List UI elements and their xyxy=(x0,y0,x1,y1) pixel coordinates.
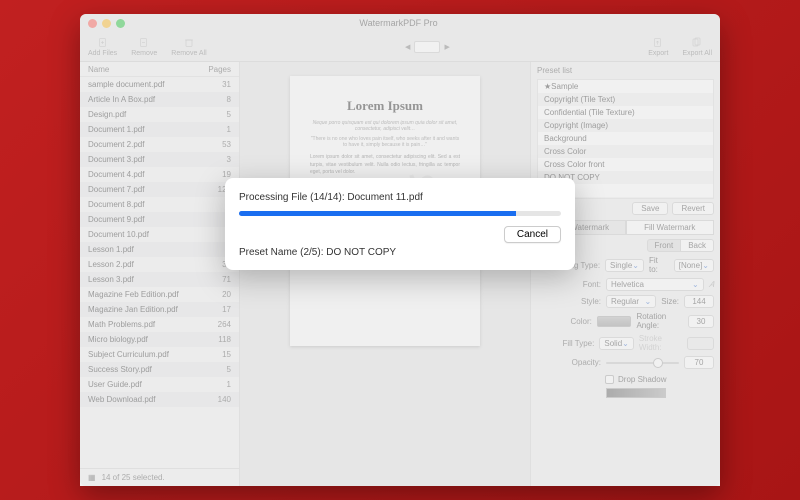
file-list[interactable]: sample document.pdf31Article In A Box.pd… xyxy=(80,77,239,468)
file-row[interactable]: Lesson 1.pdf xyxy=(80,242,239,257)
export-all-button[interactable]: Export All xyxy=(682,37,712,57)
toolbar: Add Files Remove Remove All ◀ ▶ Export E… xyxy=(80,32,720,62)
fill-type-select[interactable]: Solid⌄ xyxy=(599,337,634,350)
trash-icon xyxy=(182,37,196,49)
file-row[interactable]: Micro biology.pdf118 xyxy=(80,332,239,347)
file-row[interactable]: Magazine Feb Edition.pdf20 xyxy=(80,287,239,302)
preset-item[interactable]: Copyright (Tile Text) xyxy=(538,93,713,106)
file-sidebar: Name Pages sample document.pdf31Article … xyxy=(80,62,240,486)
window-title: WatermarkPDF Pro xyxy=(125,18,672,28)
file-row[interactable]: Lesson 3.pdf71 xyxy=(80,272,239,287)
plus-doc-icon xyxy=(96,37,110,49)
save-button[interactable]: Save xyxy=(632,202,668,215)
export-all-icon xyxy=(690,37,704,49)
chevron-right-icon[interactable]: ▶ xyxy=(444,43,449,51)
selection-count: 14 of 25 selected. xyxy=(102,473,165,482)
file-row[interactable]: Document 3.pdf3 xyxy=(80,152,239,167)
preset-list-label: Preset list xyxy=(537,66,714,75)
settings-panel: Preset list ★SampleCopyright (Tile Text)… xyxy=(530,62,720,486)
preset-item[interactable]: Cross Color front xyxy=(538,158,713,171)
file-row[interactable]: Design.pdf5 xyxy=(80,107,239,122)
file-row[interactable]: Document 10.pdf xyxy=(80,227,239,242)
grid-icon: ▦ xyxy=(88,473,96,482)
progress-dialog: Processing File (14/14): Document 11.pdf… xyxy=(225,178,575,270)
preview-canvas: Lorem Ipsum Neque porro quisquam est qui… xyxy=(240,62,530,486)
drop-shadow-label: Drop Shadow xyxy=(618,375,666,384)
font-select[interactable]: Helvetica⌄ xyxy=(606,278,704,291)
preset-name-label: Preset Name (2/5): DO NOT COPY xyxy=(239,247,561,258)
preset-item[interactable]: Background xyxy=(538,132,713,145)
preset-item[interactable]: ★Sample xyxy=(538,80,713,93)
shadow-preview xyxy=(606,388,666,398)
minus-doc-icon xyxy=(137,37,151,49)
opacity-slider[interactable] xyxy=(606,362,679,364)
preset-item[interactable]: Confidential (Tile Texture) xyxy=(538,106,713,119)
titlebar: WatermarkPDF Pro xyxy=(80,14,720,32)
window-maximize-icon[interactable] xyxy=(116,19,125,28)
file-row[interactable]: Subject Curriculum.pdf15 xyxy=(80,347,239,362)
italic-icon[interactable]: 𝐴 xyxy=(709,280,714,290)
front-back-segment[interactable]: FrontBack xyxy=(647,239,714,252)
tab-fill-watermark[interactable]: Fill Watermark xyxy=(626,220,715,235)
preview-subheading: Neque porro quisquam est qui dolorem ips… xyxy=(310,120,460,132)
size-input[interactable]: 144 xyxy=(684,295,714,308)
file-row[interactable]: Magazine Jan Edition.pdf17 xyxy=(80,302,239,317)
file-row[interactable]: Document 1.pdf1 xyxy=(80,122,239,137)
status-bar: ▦ 14 of 25 selected. xyxy=(80,468,239,486)
remove-all-button[interactable]: Remove All xyxy=(171,37,206,57)
file-row[interactable]: Document 4.pdf19 xyxy=(80,167,239,182)
page-input[interactable] xyxy=(414,41,440,53)
progress-bar xyxy=(239,211,561,216)
file-row[interactable]: Math Problems.pdf264 xyxy=(80,317,239,332)
cancel-button[interactable]: Cancel xyxy=(504,226,561,243)
goto-page[interactable]: ◀ ▶ xyxy=(405,41,450,53)
remove-button[interactable]: Remove xyxy=(131,37,157,57)
preview-heading: Lorem Ipsum xyxy=(310,98,460,114)
sidebar-header: Name Pages xyxy=(80,62,239,77)
file-row[interactable]: sample document.pdf31 xyxy=(80,77,239,92)
export-icon xyxy=(651,37,665,49)
style-select[interactable]: Regular⌄ xyxy=(606,295,656,308)
rotation-input[interactable]: 30 xyxy=(688,315,714,328)
revert-button[interactable]: Revert xyxy=(672,202,714,215)
export-button[interactable]: Export xyxy=(648,37,668,57)
file-row[interactable]: Lesson 2.pdf32 xyxy=(80,257,239,272)
file-row[interactable]: User Guide.pdf1 xyxy=(80,377,239,392)
window-minimize-icon[interactable] xyxy=(102,19,111,28)
color-swatch[interactable] xyxy=(597,316,632,327)
preset-item[interactable]: Cross Color xyxy=(538,145,713,158)
preset-item[interactable]: Copyright (Image) xyxy=(538,119,713,132)
file-row[interactable]: Document 2.pdf53 xyxy=(80,137,239,152)
fit-to-select[interactable]: [None]⌄ xyxy=(674,259,714,272)
file-row[interactable]: Article In A Box.pdf8 xyxy=(80,92,239,107)
window-close-icon[interactable] xyxy=(88,19,97,28)
file-row[interactable]: Success Story.pdf5 xyxy=(80,362,239,377)
add-files-button[interactable]: Add Files xyxy=(88,37,117,57)
file-row[interactable]: Document 8.pdf8 xyxy=(80,197,239,212)
stroke-width-input xyxy=(687,337,714,350)
chevron-left-icon[interactable]: ◀ xyxy=(405,43,410,51)
drop-shadow-checkbox[interactable] xyxy=(605,375,614,384)
opacity-value[interactable]: 70 xyxy=(684,356,714,369)
drawing-type-select[interactable]: Single⌄ xyxy=(605,259,644,272)
file-row[interactable]: Document 7.pdf129 xyxy=(80,182,239,197)
file-row[interactable]: Document 9.pdf xyxy=(80,212,239,227)
processing-file-label: Processing File (14/14): Document 11.pdf xyxy=(239,192,561,203)
file-row[interactable]: Web Download.pdf140 xyxy=(80,392,239,407)
